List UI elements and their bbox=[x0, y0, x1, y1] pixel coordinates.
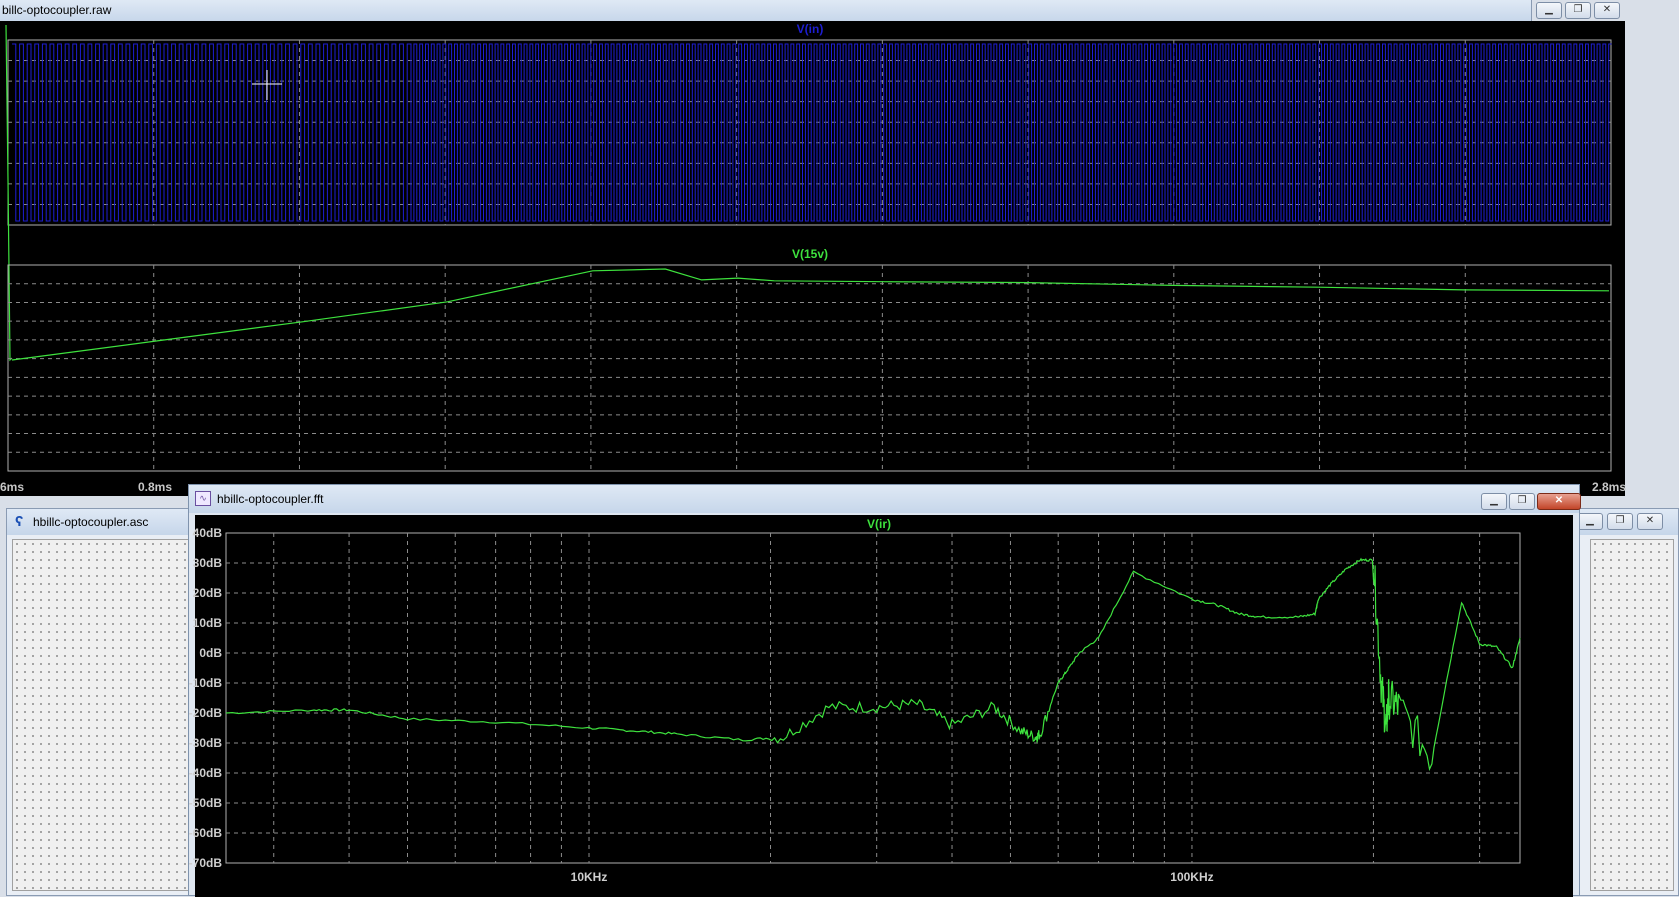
schematic-window-title: hbillc-optocoupler.asc bbox=[33, 515, 149, 529]
raw-xtick-08ms: 0.8ms bbox=[138, 480, 173, 494]
schematic-canvas-left[interactable] bbox=[12, 539, 192, 891]
raw-window-title: billc-optocoupler.raw bbox=[2, 3, 112, 17]
raw-window-titlebar[interactable]: billc-optocoupler.raw ▁ ❐ ✕ bbox=[0, 0, 1620, 22]
close-icon[interactable]: ✕ bbox=[1594, 2, 1620, 19]
fft-plot-area[interactable] bbox=[195, 515, 1573, 897]
schematic-close-icon[interactable]: ✕ bbox=[1637, 513, 1663, 530]
restore-icon[interactable]: ❐ bbox=[1565, 2, 1591, 19]
fft-restore-icon[interactable]: ❐ bbox=[1509, 493, 1535, 510]
schematic-minimize-icon[interactable]: ▁ bbox=[1577, 513, 1603, 530]
v15v-trace-title[interactable]: V(15v) bbox=[792, 247, 828, 261]
schematic-canvas-right[interactable] bbox=[1590, 539, 1674, 891]
fft-minimize-icon[interactable]: ▁ bbox=[1481, 493, 1507, 510]
fft-app-icon: ∿ bbox=[195, 491, 211, 506]
fft-close-icon[interactable]: ✕ bbox=[1537, 493, 1581, 510]
fft-window[interactable]: ∿ hbillc-optocoupler.fft ▁ ❐ ✕ V(ir) bbox=[188, 484, 1581, 897]
schematic-app-icon: ʕ bbox=[15, 513, 24, 530]
vin-trace-title[interactable]: V(in) bbox=[797, 22, 824, 36]
raw-xtick-start: 6ms bbox=[0, 480, 25, 494]
minimize-icon[interactable]: ▁ bbox=[1536, 2, 1562, 19]
raw-waveform-window[interactable]: billc-optocoupler.raw ▁ ❐ ✕ V(in) V(15v)… bbox=[0, 0, 1626, 496]
schematic-restore-icon[interactable]: ❐ bbox=[1607, 513, 1633, 530]
raw-xtick-end: 2.8ms bbox=[1592, 480, 1627, 494]
fft-window-titlebar[interactable]: ∿ hbillc-optocoupler.fft ▁ ❐ ✕ bbox=[189, 485, 1581, 513]
fft-window-title: hbillc-optocoupler.fft bbox=[217, 492, 324, 506]
fft-trace-title[interactable]: V(ir) bbox=[867, 517, 891, 531]
